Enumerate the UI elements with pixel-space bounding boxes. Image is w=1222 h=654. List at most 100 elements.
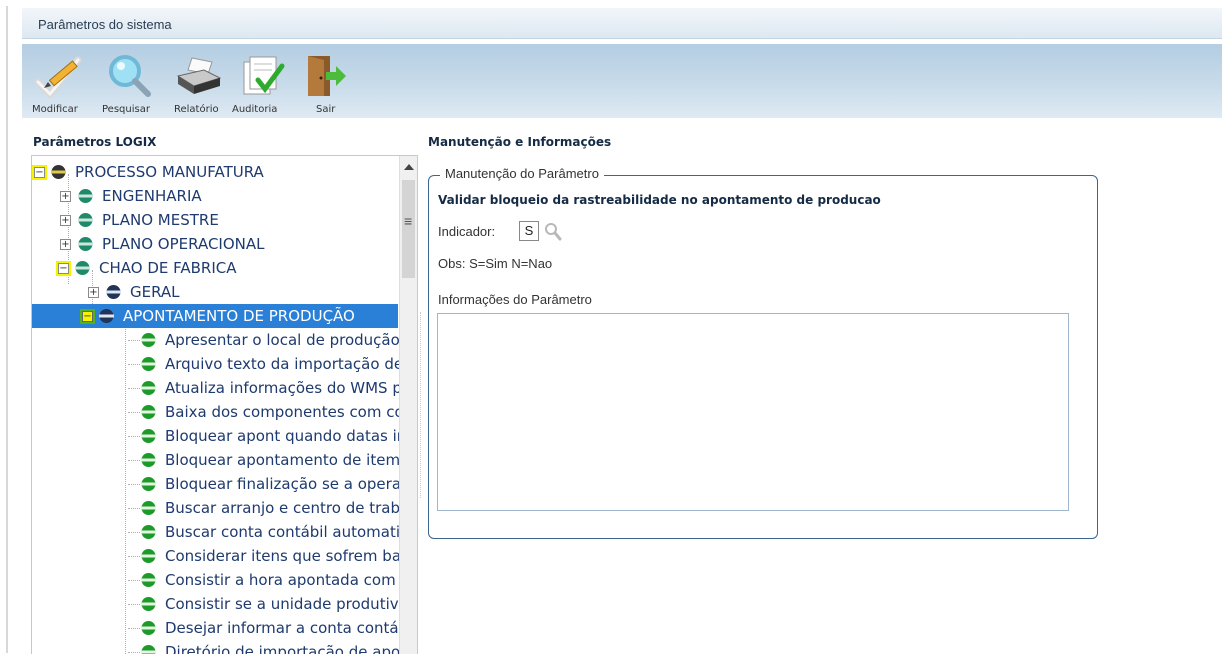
tree-connector [128,339,140,341]
tree-leaf-parameter[interactable]: Bloquear apont quando datas ir [128,424,403,448]
tree-leaf-parameter[interactable]: Consistir a hora apontada com c [128,568,409,592]
tree-connector [128,531,140,533]
panel-splitter[interactable] [420,312,425,498]
parameter-leaf-icon [141,549,156,563]
left-edge-bar [6,6,8,653]
tree-connector [128,483,140,485]
window-title: Parâmetros do sistema [38,17,172,32]
tree-label: Apresentar o local de produção [165,331,400,349]
parameter-leaf-icon [141,429,156,443]
parameter-leaf-icon [141,357,156,371]
tree-node-apontamento[interactable]: − APONTAMENTO DE PRODUÇÃO [32,304,398,328]
tree-leaf-parameter[interactable]: Considerar itens que sofrem bai [128,544,405,568]
parameter-leaf-icon [141,333,156,347]
tree-label: CHAO DE FABRICA [99,259,237,277]
tree-label: Buscar conta contábil automatic [165,523,409,541]
tree-connector [128,579,140,581]
tree-label: PROCESSO MANUFATURA [75,163,264,181]
parameter-description: Validar bloqueio da rastreabilidade no a… [438,193,881,207]
tree-node-root[interactable]: − PROCESSO MANUFATURA [32,160,264,184]
audit-label: Auditoria [232,104,278,115]
tree-leaf-parameter[interactable]: Apresentar o local de produção [128,328,400,352]
tree-label: Considerar itens que sofrem bai [165,547,406,565]
expand-icon[interactable]: + [60,238,71,250]
tree-connector [128,459,140,461]
info-label: Informações do Parâmetro [438,292,592,307]
module-node-icon [75,261,90,275]
collapse-icon[interactable]: − [56,260,71,276]
printer-icon [176,57,222,94]
toolbar: Modificar Pesquisar Relatório Auditoria [22,44,1222,118]
scroll-thumb[interactable] [402,180,415,278]
expand-icon[interactable]: + [60,190,71,202]
tree-leaf-parameter[interactable]: Atualiza informações do WMS p [128,376,402,400]
module-node-icon [78,237,93,251]
tree-label: Desejar informar a conta contáb [165,619,409,637]
exit-button[interactable]: Sair [298,48,346,118]
tree-label: GERAL [130,283,180,301]
indicator-field[interactable]: S [519,221,539,241]
scroll-grip-icon: ≡ [404,213,413,229]
expand-icon[interactable]: + [88,286,99,298]
modify-button[interactable]: Modificar [32,48,90,118]
tree-label: Atualiza informações do WMS p [165,379,402,397]
tree-connector [128,651,140,653]
tree-connector [125,324,126,654]
left-panel-title: Parâmetros LOGIX [33,135,157,149]
tree-label: Bloquear apontamento de item [165,451,401,469]
tree-leaf-parameter[interactable]: Bloquear apontamento de item [128,448,400,472]
parameter-leaf-icon [141,525,156,539]
parameter-leaf-icon [141,597,156,611]
info-textarea[interactable] [437,313,1069,511]
door-exit-icon [308,56,346,96]
tree-node-engenharia[interactable]: + ENGENHARIA [60,184,202,208]
exit-label: Sair [316,104,336,115]
parameter-leaf-icon [141,501,156,515]
report-button[interactable]: Relatório [172,48,226,118]
fieldset-legend: Manutenção do Parâmetro [440,166,604,181]
tree-connector [128,387,140,389]
tree-leaf-parameter[interactable]: Arquivo texto da importação de [128,352,403,376]
scroll-up-icon[interactable] [404,164,414,170]
search-button[interactable]: Pesquisar [102,48,160,118]
tree-connector [128,363,140,365]
tree-leaf-parameter[interactable]: Buscar conta contábil automatic [128,520,408,544]
tree-connector [128,435,140,437]
tree-node-chao-de-fabrica[interactable]: − CHAO DE FABRICA [56,256,237,280]
right-panel-title: Manutenção e Informações [428,135,612,149]
parameter-leaf-icon [141,405,156,419]
module-node-icon [78,189,93,203]
zoom-search-icon[interactable] [544,221,562,241]
tree-connector [128,507,140,509]
tree-leaf-parameter[interactable]: Baixa dos componentes com co [128,400,404,424]
tree-leaf-parameter[interactable]: Diretório de importação de apo [128,640,400,654]
collapse-icon[interactable]: − [32,164,47,180]
tree-leaf-parameter[interactable]: Buscar arranjo e centro de traba [128,496,409,520]
pencil-check-icon [34,56,82,98]
tree-label: Consistir a hora apontada com c [165,571,409,589]
expand-icon[interactable]: + [60,214,71,226]
tree-connector [128,555,140,557]
tree-label: ENGENHARIA [102,187,202,205]
search-label: Pesquisar [102,104,150,115]
tree-node-plano-operacional[interactable]: + PLANO OPERACIONAL [60,232,265,256]
tree-label: PLANO MESTRE [102,211,219,229]
tree-label: Bloquear finalização se a operaç [165,475,410,493]
obs-text: Obs: S=Sim N=Nao [438,256,553,271]
tree-leaf-parameter[interactable]: Desejar informar a conta contáb [128,616,408,640]
tree-scrollbar[interactable]: ≡ [399,156,417,654]
parameter-tree[interactable]: − PROCESSO MANUFATURA + ENGENHARIA + PLA… [31,155,418,654]
tree-node-geral[interactable]: + GERAL [88,280,180,304]
audit-button[interactable]: Auditoria [232,48,290,118]
tree-label: Bloquear apont quando datas ir [165,427,403,445]
tree-connector [128,627,140,629]
tree-label: Consistir se a unidade produtiva [165,595,408,613]
collapse-icon[interactable]: − [80,308,95,324]
parameter-leaf-icon [141,477,156,491]
tree-leaf-parameter[interactable]: Consistir se a unidade produtiva [128,592,408,616]
module-node-icon [78,213,93,227]
tree-label: Diretório de importação de apo [165,643,401,654]
tree-node-plano-mestre[interactable]: + PLANO MESTRE [60,208,219,232]
tree-leaf-parameter[interactable]: Bloquear finalização se a operaç [128,472,409,496]
checklist-icon [243,56,285,95]
